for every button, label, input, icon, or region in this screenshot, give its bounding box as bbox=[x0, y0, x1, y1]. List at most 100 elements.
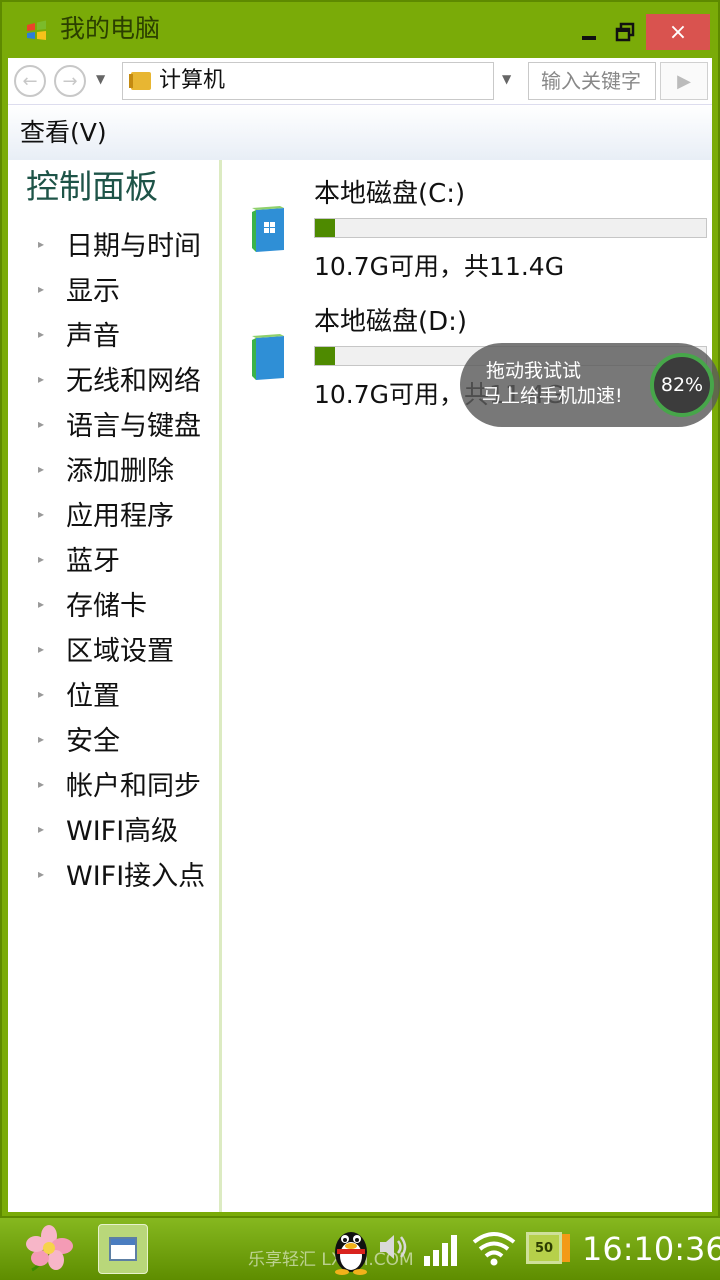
chevron-right-icon: ▸ bbox=[38, 641, 45, 656]
address-bar: ← → ▼ 计算机 ▼ ▶ bbox=[8, 58, 712, 104]
chevron-right-icon: ▸ bbox=[38, 821, 45, 836]
forward-button[interactable]: → bbox=[54, 65, 86, 97]
path-dropdown-icon[interactable]: ▼ bbox=[502, 72, 511, 86]
chevron-right-icon: ▸ bbox=[38, 686, 45, 701]
content-area: 控制面板 ▸ 日期与时间 ▸ 显示 ▸ 声音 ▸ 无线和网络 ▸ 语言与键盘 ▸ 添加删除 … bbox=[8, 160, 712, 1212]
minimize-button[interactable] bbox=[572, 14, 606, 50]
sidebar-item-region[interactable]: ▸ 区域设置 bbox=[38, 626, 174, 671]
chevron-right-icon: ▸ bbox=[38, 281, 45, 296]
sidebar-item-label: 存储卡 bbox=[66, 591, 147, 622]
floater-subhint: 马上给手机加速! bbox=[482, 385, 623, 407]
volume-icon[interactable] bbox=[376, 1230, 410, 1264]
sidebar-item-storage-card[interactable]: ▸ 存储卡 bbox=[38, 581, 147, 626]
chevron-right-icon: ▸ bbox=[38, 596, 45, 611]
sidebar-item-label: 区域设置 bbox=[66, 636, 174, 667]
drive-list: 本地磁盘(C:) 10.7G可用，共11.4G 本地磁盘(D:) 10.7G可用… bbox=[226, 160, 712, 1212]
sidebar-item-accounts-sync[interactable]: ▸ 帐户和同步 bbox=[38, 761, 201, 806]
sidebar-item-label: 位置 bbox=[66, 681, 120, 712]
play-arrow-icon: ▶ bbox=[677, 70, 691, 92]
window-title: 我的电脑 bbox=[60, 14, 161, 43]
title-bar[interactable]: 我的电脑 × bbox=[2, 2, 718, 58]
boost-percent: 82% bbox=[660, 374, 704, 396]
sidebar-item-applications[interactable]: ▸ 应用程序 bbox=[38, 491, 174, 536]
sidebar-item-wifi-advanced[interactable]: ▸ WIFI高级 bbox=[38, 806, 178, 851]
sidebar-item-display[interactable]: ▸ 显示 bbox=[38, 266, 120, 311]
qq-penguin-icon[interactable] bbox=[330, 1222, 372, 1276]
sidebar-item-bluetooth[interactable]: ▸ 蓝牙 bbox=[38, 536, 120, 581]
chevron-right-icon: ▸ bbox=[38, 731, 45, 746]
chevron-right-icon: ▸ bbox=[38, 416, 45, 431]
sidebar-title[interactable]: 控制面板 bbox=[26, 166, 158, 208]
search-box bbox=[528, 62, 656, 100]
clock[interactable]: 16:10:36 bbox=[582, 1228, 720, 1270]
history-dropdown-icon[interactable]: ▼ bbox=[96, 72, 105, 86]
drive-icon bbox=[252, 334, 284, 380]
chevron-right-icon: ▸ bbox=[38, 776, 45, 791]
speed-boost-floater[interactable]: 拖动我试试 马上给手机加速! 82% bbox=[460, 343, 720, 427]
chevron-right-icon: ▸ bbox=[38, 866, 45, 881]
windows-drive-icon bbox=[252, 206, 284, 252]
sidebar-item-label: 无线和网络 bbox=[66, 366, 201, 397]
sidebar-item-label: WIFI接入点 bbox=[66, 861, 206, 892]
back-button[interactable]: ← bbox=[14, 65, 46, 97]
restore-icon bbox=[615, 22, 635, 42]
signal-strength-icon bbox=[424, 1235, 457, 1266]
sidebar-item-security[interactable]: ▸ 安全 bbox=[38, 716, 120, 761]
sidebar-item-wifi-hotspot[interactable]: ▸ WIFI接入点 bbox=[38, 851, 205, 896]
forward-arrow-icon: → bbox=[62, 70, 78, 92]
search-input[interactable] bbox=[529, 63, 653, 99]
close-icon: × bbox=[668, 19, 688, 45]
menu-view[interactable]: 查看(V) bbox=[20, 117, 107, 149]
restore-button[interactable] bbox=[608, 14, 642, 50]
path-text: 计算机 bbox=[159, 68, 226, 93]
sidebar-item-label: 显示 bbox=[66, 276, 120, 307]
start-flower-icon[interactable] bbox=[24, 1224, 74, 1274]
minimize-icon bbox=[582, 36, 596, 40]
drive-usage-bar bbox=[314, 218, 707, 238]
chevron-right-icon: ▸ bbox=[38, 326, 45, 341]
sidebar-item-language-keyboard[interactable]: ▸ 语言与键盘 bbox=[38, 401, 201, 446]
sidebar-item-label: 帐户和同步 bbox=[66, 771, 201, 802]
floater-hint: 拖动我试试 bbox=[486, 360, 582, 382]
explorer-window: 我的电脑 × ← → ▼ 计算机 ▼ ▶ 查看(V) 控制面板 ▸日期与时 bbox=[0, 0, 720, 1218]
battery-level: 50 bbox=[526, 1232, 562, 1264]
sidebar-item-label: WIFI高级 bbox=[66, 816, 179, 847]
windows-logo-icon bbox=[27, 20, 46, 40]
drive-name: 本地磁盘(C:) bbox=[314, 179, 466, 209]
sidebar-item-label: 声音 bbox=[66, 321, 120, 352]
drive-free-space: 10.7G可用，共11.4G bbox=[314, 252, 565, 281]
sidebar-item-label: 添加删除 bbox=[66, 456, 174, 487]
sidebar-item-label: 蓝牙 bbox=[66, 546, 120, 577]
drive-usage-fill bbox=[315, 219, 335, 237]
sidebar-item-location[interactable]: ▸ 位置 bbox=[38, 671, 120, 716]
sidebar-item-date-time[interactable]: ▸ 日期与时间 bbox=[38, 221, 201, 266]
folder-icon bbox=[129, 72, 151, 90]
sidebar-item-wireless-network[interactable]: ▸ 无线和网络 bbox=[38, 356, 201, 401]
sidebar-item-label: 安全 bbox=[66, 726, 120, 757]
taskbar: 乐享轻汇 LXQH.COM 50 16:10:36 bbox=[0, 1218, 720, 1280]
close-button[interactable]: × bbox=[646, 14, 710, 50]
chevron-right-icon: ▸ bbox=[38, 506, 45, 521]
chevron-right-icon: ▸ bbox=[38, 461, 45, 476]
back-arrow-icon: ← bbox=[22, 70, 38, 92]
sidebar-item-sound[interactable]: ▸ 声音 bbox=[38, 311, 120, 356]
sidebar-item-label: 语言与键盘 bbox=[66, 411, 201, 442]
sidebar-item-add-remove[interactable]: ▸ 添加删除 bbox=[38, 446, 174, 491]
taskbar-explorer-button[interactable] bbox=[98, 1224, 148, 1274]
sidebar-item-label: 应用程序 bbox=[66, 501, 174, 532]
drive-usage-fill bbox=[315, 347, 335, 365]
search-go-button[interactable]: ▶ bbox=[660, 62, 708, 100]
window-icon bbox=[109, 1237, 137, 1261]
chevron-right-icon: ▸ bbox=[38, 236, 45, 251]
control-panel-sidebar: 控制面板 ▸ 日期与时间 ▸ 显示 ▸ 声音 ▸ 无线和网络 ▸ 语言与键盘 ▸ 添加删除 … bbox=[8, 160, 222, 1212]
battery-tip bbox=[562, 1234, 570, 1262]
drive-c[interactable]: 本地磁盘(C:) 10.7G可用，共11.4G bbox=[226, 176, 712, 286]
battery-icon: 50 bbox=[526, 1232, 574, 1264]
boost-percent-circle[interactable]: 82% bbox=[650, 353, 714, 417]
menu-bar: 查看(V) bbox=[8, 104, 712, 160]
drive-name: 本地磁盘(D:) bbox=[314, 307, 468, 337]
wifi-icon bbox=[472, 1232, 516, 1266]
chevron-right-icon: ▸ bbox=[38, 551, 45, 566]
path-field[interactable]: 计算机 bbox=[122, 62, 494, 100]
chevron-right-icon: ▸ bbox=[38, 371, 45, 386]
